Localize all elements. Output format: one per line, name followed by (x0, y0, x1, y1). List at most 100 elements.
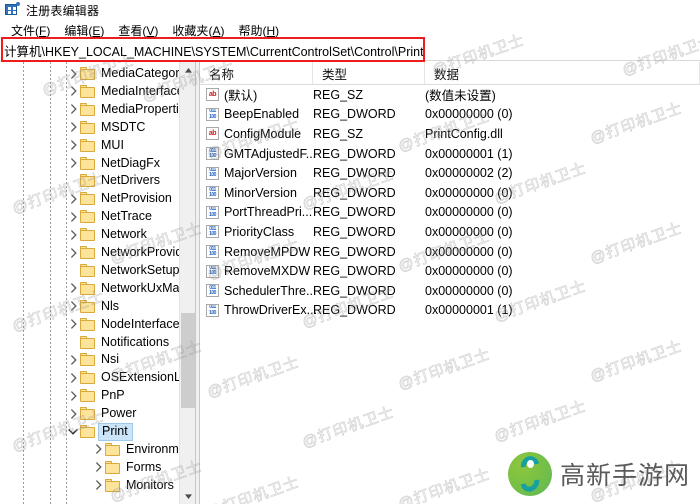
table-row[interactable]: 011 100 PriorityClass REG_DWORD 0x00000000 (… (200, 222, 700, 242)
tree-item-label: NetProvision (101, 191, 172, 206)
value-name-text: MinorVersion (224, 185, 297, 200)
table-row[interactable]: 011 100 PortThreadPri... REG_DWORD 0x0000000… (200, 203, 700, 223)
value-type-cell: REG_DWORD (313, 146, 396, 161)
value-data-cell: 0x00000000 (0) (425, 264, 513, 279)
value-name-text: PriorityClass (224, 224, 295, 239)
value-name-text: MajorVersion (224, 166, 297, 181)
folder-icon (80, 102, 96, 116)
tree-scrollbar[interactable] (179, 62, 195, 504)
column-header-1[interactable]: 名称 (200, 62, 313, 84)
address-input[interactable]: 计算机\HKEY_LOCAL_MACHINE\SYSTEM\CurrentCon… (1, 41, 699, 60)
menu-item-mnemonic-close: ) (154, 24, 159, 38)
folder-icon (80, 192, 96, 206)
title-bar: 注册表编辑器 (0, 0, 700, 20)
dword-value-icon: 011 100 (206, 147, 219, 161)
tree-item-label: Nls (101, 298, 120, 313)
dword-value-icon: 011 100 (206, 303, 219, 317)
value-name-cell: 011 100 BeepEnabled (206, 105, 299, 125)
tree-item-label: PnP (101, 388, 125, 403)
registry-editor-window: 注册表编辑器 文件(F) 编辑(E) 查看(V) 收藏夹(A) 帮助(H) 计算机\HK… (0, 0, 700, 504)
value-type-cell: REG_SZ (313, 126, 364, 141)
value-data-cell: 0x00000000 (0) (425, 283, 513, 298)
value-type-cell: REG_DWORD (313, 185, 396, 200)
table-row[interactable]: ab (默认) REG_SZ (数值未设置) (200, 85, 700, 105)
folder-icon (80, 263, 96, 277)
column-header-label: 类型 (322, 67, 348, 82)
value-type-cell: REG_DWORD (313, 107, 396, 122)
list-rows: ab (默认) REG_SZ (数值未设置) 011 100 BeepEnabled REG_… (200, 85, 700, 504)
folder-icon (80, 407, 96, 421)
tree-item-label: Nsi (101, 352, 120, 367)
value-name-cell: 011 100 GMTAdjustedF... (206, 144, 316, 164)
folder-icon (80, 317, 96, 331)
menu-item-label: 编辑 (64, 24, 89, 38)
table-row[interactable]: 011 100 MajorVersion REG_DWORD 0x00000002 (2… (200, 163, 700, 183)
table-row[interactable]: 011 100 RemoveMPDW REG_DWORD 0x00000000 (0) (200, 242, 700, 262)
table-row[interactable]: 011 100 BeepEnabled REG_DWORD 0x00000000 (0) (200, 105, 700, 125)
value-name-cell: 011 100 SchedulerThre... (206, 281, 316, 301)
menu-item-3[interactable]: 查看(V) (111, 21, 165, 40)
menu-item-label: 帮助 (238, 24, 263, 38)
table-row[interactable]: 011 100 MinorVersion REG_DWORD 0x00000000 (0… (200, 183, 700, 203)
registry-tree-pane: MediaCategories MediaInterfaces MediaPrope… (0, 62, 195, 504)
menu-item-label: 查看 (118, 24, 143, 38)
dword-value-icon: 011 100 (206, 166, 219, 180)
value-type-cell: REG_DWORD (313, 166, 396, 181)
column-header-3[interactable]: 数据 (425, 62, 700, 84)
value-data-cell: 0x00000001 (1) (425, 303, 513, 318)
column-header-2[interactable]: 类型 (313, 62, 425, 84)
tree-item-label: NodeInterface (101, 316, 180, 331)
menu-item-mnemonic-close: ) (220, 24, 225, 38)
table-row[interactable]: 011 100 GMTAdjustedF... REG_DWORD 0x00000001… (200, 144, 700, 164)
tree-scrollbar-thumb[interactable] (181, 313, 195, 408)
value-type-cell: REG_DWORD (313, 264, 396, 279)
dword-value-icon: 011 100 (206, 284, 219, 298)
folder-icon (80, 281, 96, 295)
table-row[interactable]: 011 100 RemoveMXDW REG_DWORD 0x00000000 (0) (200, 261, 700, 281)
registry-editor-icon (4, 2, 20, 18)
column-header-label: 数据 (434, 67, 460, 82)
tree-item-label: NetworkSetup2 (101, 262, 187, 277)
menu-item-5[interactable]: 帮助(H) (231, 21, 286, 40)
brand-mark-icon (507, 452, 552, 496)
value-name-text: BeepEnabled (224, 107, 300, 122)
brand-name: 高新手游网 (559, 462, 690, 490)
scroll-up-arrow[interactable] (180, 62, 195, 78)
tree-item-label: Power (101, 406, 137, 421)
value-type-cell: REG_DWORD (313, 303, 396, 318)
value-name-text: (默认) (224, 89, 258, 104)
tree-item-label: Network (101, 227, 147, 242)
menu-item-mnemonic-close: ) (100, 24, 105, 38)
menu-item-1[interactable]: 文件(F) (4, 21, 57, 40)
table-row[interactable]: 011 100 ThrowDriverEx... REG_DWORD 0x0000000… (200, 301, 700, 321)
table-row[interactable]: 011 100 SchedulerThre... REG_DWORD 0x0000000… (200, 281, 700, 301)
dword-value-icon: 011 100 (206, 205, 219, 219)
folder-icon (80, 299, 96, 313)
folder-icon (80, 120, 96, 134)
folder-icon (105, 478, 121, 492)
menu-item-label: 收藏夹 (172, 24, 209, 38)
folder-icon (80, 174, 96, 188)
scroll-down-arrow[interactable] (180, 488, 195, 504)
value-name-text: PortThreadPri... (224, 205, 313, 220)
folder-icon (105, 442, 121, 456)
value-type-cell: REG_DWORD (313, 244, 396, 259)
value-data-cell: 0x00000000 (0) (425, 185, 513, 200)
value-name-text: ConfigModule (224, 126, 302, 141)
tree-item-label: Monitors (126, 477, 174, 492)
menu-item-4[interactable]: 收藏夹(A) (165, 21, 231, 40)
value-name-cell: ab (默认) (206, 85, 257, 105)
list-column-headers: 名称 类型 数据 (200, 62, 700, 85)
value-type-cell: REG_DWORD (313, 205, 396, 220)
table-row[interactable]: ab ConfigModule REG_SZ PrintConfig.dll (200, 124, 700, 144)
menu-item-2[interactable]: 编辑(E) (57, 21, 111, 40)
value-data-cell: 0x00000000 (0) (425, 107, 513, 122)
folder-icon (80, 371, 96, 385)
value-name-cell: ab ConfigModule (206, 124, 301, 144)
folder-icon (80, 335, 96, 349)
chevron-right-icon[interactable] (91, 474, 105, 497)
folder-icon (105, 460, 121, 474)
folder-icon (80, 210, 96, 224)
tree-item-monitors[interactable]: Monitors (0, 474, 195, 497)
value-name-cell: 011 100 RemoveMXDW (206, 261, 310, 281)
